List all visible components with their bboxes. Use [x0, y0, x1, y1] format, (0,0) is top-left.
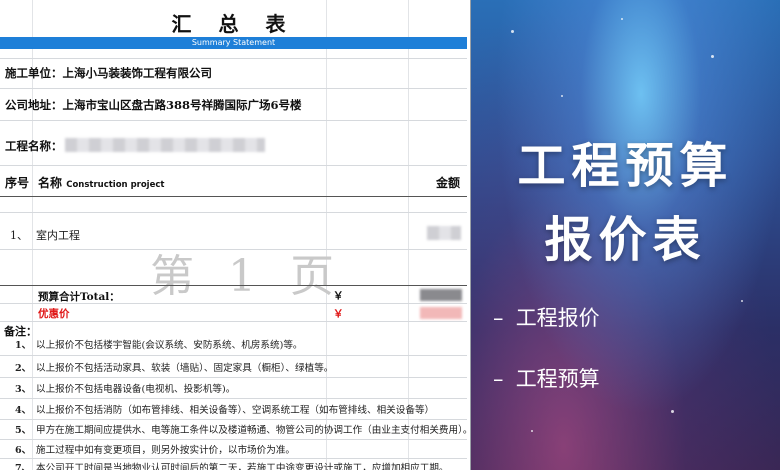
discount-currency: ￥: [333, 308, 344, 320]
note-num: 3、: [15, 384, 32, 395]
page-watermark: 第 1 页: [150, 251, 344, 302]
sheet-subtitle-band: Summary Statement: [0, 37, 467, 49]
sparkle-decoration: [711, 55, 714, 58]
row-gridline: [0, 439, 467, 440]
note-text: 以上报价不包括活动家具、软装（墙贴）、固定家具（橱柜）、绿植等。: [36, 363, 334, 374]
item-name: 室内工程: [36, 229, 80, 242]
row-gridline: [0, 398, 467, 399]
row-gridline: [0, 355, 467, 356]
row-gridline: [0, 303, 467, 304]
promo-bullet: – 工程预算: [493, 363, 600, 393]
note-text: 施工过程中如有变更项目，则另外按实计价，以市场价为准。: [36, 445, 296, 456]
row-gridline: [0, 458, 467, 459]
promo-bullet: – 工程报价: [493, 302, 600, 332]
discount-label: 优惠价: [38, 308, 70, 320]
total-currency: ￥: [333, 290, 344, 302]
promo-bullet-text: 工程预算: [515, 367, 600, 391]
total-divider: [0, 285, 467, 286]
row-gridline: [0, 377, 467, 378]
summary-sheet: 汇 总 表 Summary Statement 施工单位：上海小马装装饰工程有限…: [0, 0, 471, 470]
note-num: 7、: [15, 463, 32, 470]
note-num: 2、: [15, 363, 32, 374]
row-gridline: [0, 120, 467, 121]
note-num: 4、: [15, 405, 32, 416]
sparkle-decoration: [621, 18, 623, 20]
note-row: 1、 以上报价不包括楼宇智能(会议系统、安防系统、机房系统)等。: [0, 337, 467, 357]
promo-panel: 工程预算 报价表 – 工程报价 – 工程预算: [471, 0, 780, 470]
total-label: 预算合计Total：: [38, 291, 120, 303]
sparkle-decoration: [531, 430, 533, 432]
note-text: 以上报价不包括楼宇智能(会议系统、安防系统、机房系统)等。: [36, 340, 303, 351]
promo-title-line2: 报价表: [544, 212, 707, 268]
row-gridline: [0, 88, 467, 89]
note-row: 6、 施工过程中如有变更项目，则另外按实计价，以市场价为准。: [0, 442, 467, 462]
note-text: 甲方在施工期间应提供水、电等施工条件以及楼道畅通、物管公司的协调工作（由业主支付…: [36, 425, 467, 436]
address-line: 公司地址：上海市宝山区盘古路388号祥腾国际广场6号楼: [5, 98, 302, 112]
sparkle-decoration: [561, 95, 563, 97]
sheet-title: 汇 总 表: [171, 12, 296, 36]
promo-title-line1: 工程预算: [517, 138, 734, 194]
sparkle-decoration: [741, 300, 743, 302]
total-amount-redacted: [420, 289, 462, 301]
item-amount-redacted: [427, 226, 461, 240]
header-name-cn: 名称: [38, 176, 63, 190]
note-text: 以上报价不包括消防（如布管排线、相关设备等）、空调系统工程（如布管排线、相关设备…: [36, 405, 435, 416]
dash-icon: –: [493, 306, 504, 330]
header-name-en: Construction project: [66, 180, 165, 190]
header-name: 名称 Construction project: [38, 174, 164, 191]
company-line: 施工单位：上海小马装装饰工程有限公司: [5, 66, 212, 80]
note-row: 7、 本公司开工时间是当地物业认可时间后的第二天，若施工中途变更设计或施工，应增…: [0, 460, 467, 470]
dash-icon: –: [493, 367, 504, 391]
row-gridline: [0, 165, 467, 166]
note-num: 6、: [15, 445, 32, 456]
row-gridline: [0, 212, 467, 213]
header-amount: 金额: [436, 176, 461, 190]
sparkle-decoration: [511, 30, 514, 33]
note-text: 本公司开工时间是当地物业认可时间后的第二天，若施工中途变更设计或施工，应增加相应…: [36, 463, 449, 470]
header-divider: [0, 196, 467, 197]
sparkle-decoration: [671, 410, 674, 413]
discount-amount-redacted: [420, 307, 462, 319]
note-num: 1、: [15, 340, 32, 351]
item-seq: 1、: [10, 229, 28, 242]
row-gridline: [0, 419, 467, 420]
note-num: 5、: [15, 425, 32, 436]
row-gridline: [0, 321, 467, 322]
note-text: 以上报价不包括电器设备(电视机、投影机等)。: [36, 384, 236, 395]
header-seq: 序号: [5, 176, 30, 190]
promo-bullet-text: 工程报价: [515, 306, 600, 330]
row-gridline: [0, 58, 467, 59]
project-name-redacted: [65, 138, 265, 152]
